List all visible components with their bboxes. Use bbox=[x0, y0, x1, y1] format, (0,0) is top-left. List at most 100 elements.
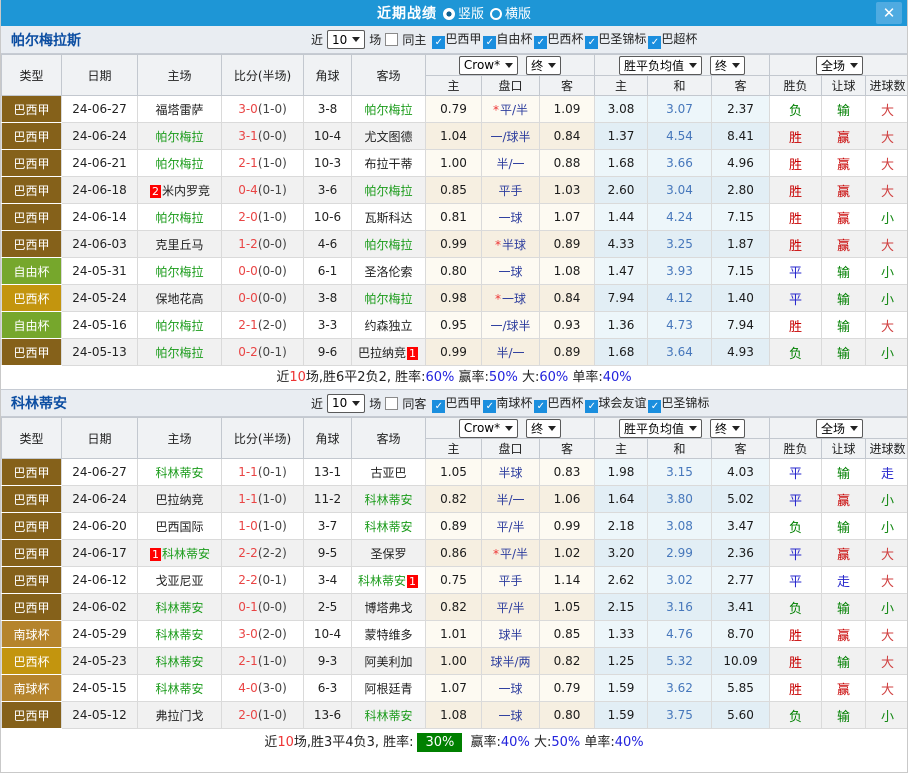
avg-draw-cell: 3.80 bbox=[648, 486, 712, 513]
league-checkbox[interactable]: ✓ bbox=[648, 36, 661, 49]
team-label: 弗拉门戈 bbox=[155, 709, 203, 723]
avg-home-cell: 1.64 bbox=[595, 486, 648, 513]
match-count-select[interactable]: 10 bbox=[327, 30, 365, 49]
handicap-cell: *平/半 bbox=[482, 540, 540, 567]
avg-draw-cell: 3.66 bbox=[648, 150, 712, 177]
goals-result-cell: 小 bbox=[866, 702, 908, 729]
team2-filters: 近 10 场 同客 ✓巴西甲✓南球杯✓巴西杯✓球会友谊✓巴圣锦标 bbox=[311, 394, 711, 413]
avg-draw-cell: 3.02 bbox=[648, 567, 712, 594]
avg-home-cell: 1.68 bbox=[595, 150, 648, 177]
home-odds-cell: 1.08 bbox=[426, 702, 482, 729]
corner-cell: 6-3 bbox=[304, 675, 352, 702]
team-label: 帕尔梅拉 bbox=[364, 184, 412, 198]
goals-result-cell: 大 bbox=[866, 540, 908, 567]
home-team-cell: 1科林蒂安 bbox=[138, 540, 222, 567]
odds-source-select[interactable]: Crow* bbox=[459, 56, 518, 75]
avg-home-cell: 7.94 bbox=[595, 285, 648, 312]
wdl-result-cell: 负 bbox=[770, 594, 822, 621]
match-row: 巴西甲24-06-02科林蒂安0-1(0-0)2-5博塔弗戈0.82平/半1.0… bbox=[2, 594, 908, 621]
away-team-cell: 博塔弗戈 bbox=[352, 594, 426, 621]
same-home-checkbox[interactable] bbox=[385, 33, 398, 46]
avg-draw-cell: 4.54 bbox=[648, 123, 712, 150]
match-type-cell: 自由杯 bbox=[2, 312, 62, 339]
vertical-radio-label[interactable]: 竖版 bbox=[458, 7, 484, 22]
league-label: 自由杯 bbox=[496, 32, 532, 46]
match-count-value: 10 bbox=[332, 396, 347, 410]
odds-group-header: Crow* 终 bbox=[426, 418, 595, 439]
team-label: 帕尔梅拉 bbox=[155, 211, 203, 225]
sub-let-header: 让球 bbox=[822, 76, 866, 96]
full-match-select[interactable]: 全场 bbox=[816, 419, 863, 438]
avg-draw-cell: 3.62 bbox=[648, 675, 712, 702]
league-checkbox[interactable]: ✓ bbox=[648, 400, 661, 413]
horizontal-radio[interactable] bbox=[490, 8, 502, 20]
avg-draw-cell: 5.32 bbox=[648, 648, 712, 675]
avg-time-select[interactable]: 终 bbox=[710, 56, 745, 75]
date-cell: 24-05-29 bbox=[62, 621, 138, 648]
match-type-cell: 自由杯 bbox=[2, 258, 62, 285]
sub-handicap-header: 盘口 bbox=[482, 76, 540, 96]
date-cell: 24-05-16 bbox=[62, 312, 138, 339]
handicap-result-cell: 输 bbox=[822, 339, 866, 366]
corner-cell: 4-6 bbox=[304, 231, 352, 258]
match-type-cell: 南球杯 bbox=[2, 675, 62, 702]
corner-cell: 3-8 bbox=[304, 96, 352, 123]
team-label: 克里丘马 bbox=[155, 238, 203, 252]
avg-odds-select[interactable]: 胜平负均值 bbox=[619, 419, 702, 438]
score-cell: 2-1(1-0) bbox=[222, 150, 304, 177]
league-checkbox[interactable]: ✓ bbox=[432, 36, 445, 49]
league-checkbox[interactable]: ✓ bbox=[534, 400, 547, 413]
odds-time-select[interactable]: 终 bbox=[526, 56, 561, 75]
horizontal-radio-label[interactable]: 横版 bbox=[505, 7, 531, 22]
chevron-down-icon bbox=[689, 426, 697, 431]
away-team-cell: 阿根廷青 bbox=[352, 675, 426, 702]
avg-odds-select[interactable]: 胜平负均值 bbox=[619, 56, 702, 75]
goals-result-cell: 小 bbox=[866, 486, 908, 513]
away-odds-cell: 0.93 bbox=[540, 312, 595, 339]
team-label: 帕尔梅拉 bbox=[364, 238, 412, 252]
avg-away-cell: 1.87 bbox=[712, 231, 770, 258]
date-cell: 24-05-24 bbox=[62, 285, 138, 312]
home-odds-cell: 0.75 bbox=[426, 567, 482, 594]
home-odds-cell: 0.86 bbox=[426, 540, 482, 567]
league-checkbox[interactable]: ✓ bbox=[534, 36, 547, 49]
league-checkbox[interactable]: ✓ bbox=[585, 400, 598, 413]
home-team-cell: 克里丘马 bbox=[138, 231, 222, 258]
avg-away-cell: 3.47 bbox=[712, 513, 770, 540]
col-corner-header: 角球 bbox=[304, 418, 352, 459]
avg-home-cell: 1.59 bbox=[595, 702, 648, 729]
score-cell: 0-0(0-0) bbox=[222, 258, 304, 285]
league-checkbox[interactable]: ✓ bbox=[483, 400, 496, 413]
league-checkbox[interactable]: ✓ bbox=[585, 36, 598, 49]
corner-cell: 11-2 bbox=[304, 486, 352, 513]
avg-draw-cell: 4.12 bbox=[648, 285, 712, 312]
match-row: 南球杯24-05-15科林蒂安4-0(3-0)6-3阿根廷青1.07一球0.79… bbox=[2, 675, 908, 702]
league-checkbox[interactable]: ✓ bbox=[483, 36, 496, 49]
close-button[interactable]: ✕ bbox=[876, 2, 902, 24]
home-team-cell: 帕尔梅拉 bbox=[138, 312, 222, 339]
away-team-cell: 科林蒂安 bbox=[352, 702, 426, 729]
odds-time-select[interactable]: 终 bbox=[526, 419, 561, 438]
home-odds-cell: 0.99 bbox=[426, 339, 482, 366]
away-team-cell: 古亚巴 bbox=[352, 459, 426, 486]
avg-home-cell: 3.20 bbox=[595, 540, 648, 567]
handicap-result-cell: 赢 bbox=[822, 123, 866, 150]
goals-result-cell: 大 bbox=[866, 675, 908, 702]
full-match-select[interactable]: 全场 bbox=[816, 56, 863, 75]
avg-away-cell: 4.93 bbox=[712, 339, 770, 366]
col-type-header: 类型 bbox=[2, 55, 62, 96]
team-label: 科林蒂安 bbox=[364, 709, 412, 723]
away-odds-cell: 0.85 bbox=[540, 621, 595, 648]
same-away-checkbox[interactable] bbox=[385, 397, 398, 410]
avg-time-select[interactable]: 终 bbox=[710, 419, 745, 438]
home-odds-cell: 0.89 bbox=[426, 513, 482, 540]
match-count-select[interactable]: 10 bbox=[327, 394, 365, 413]
wdl-result-cell: 胜 bbox=[770, 312, 822, 339]
avg-away-cell: 7.94 bbox=[712, 312, 770, 339]
odds-source-select[interactable]: Crow* bbox=[459, 419, 518, 438]
vertical-radio[interactable] bbox=[443, 8, 455, 20]
match-row: 巴西甲24-06-03克里丘马1-2(0-0)4-6帕尔梅拉0.99*半球0.8… bbox=[2, 231, 908, 258]
avg-group-header: 胜平负均值终 bbox=[595, 55, 770, 76]
avg-home-cell: 2.18 bbox=[595, 513, 648, 540]
league-checkbox[interactable]: ✓ bbox=[432, 400, 445, 413]
